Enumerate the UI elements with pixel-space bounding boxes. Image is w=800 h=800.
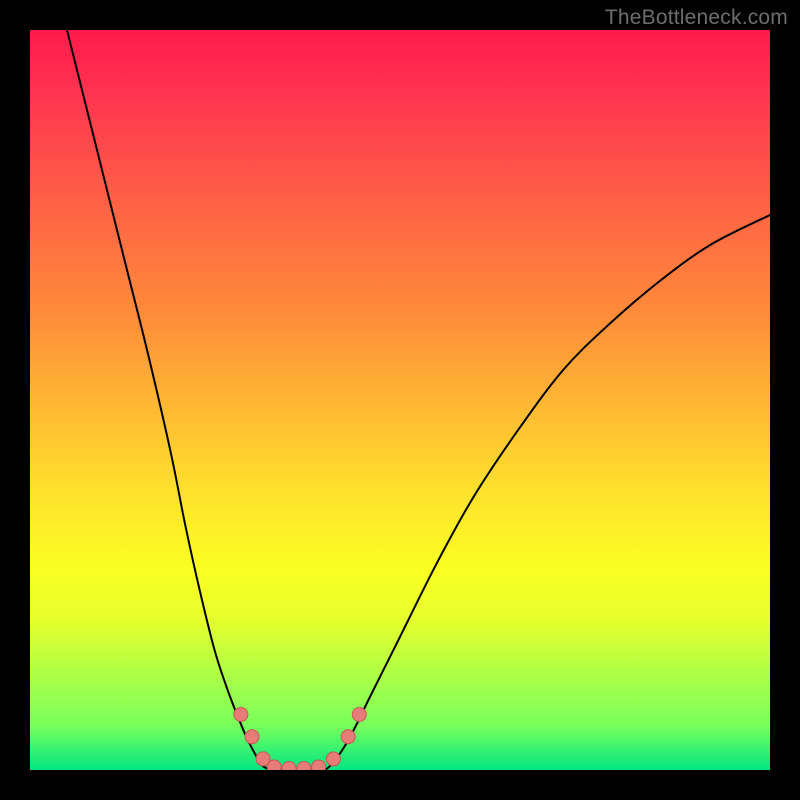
marker-dot [245,730,259,744]
marker-dot [282,762,296,770]
chart-svg [30,30,770,770]
bottleneck-curve [67,30,770,770]
marker-dot [267,760,281,770]
marker-dot [326,752,340,766]
marker-dot [352,708,366,722]
marker-dots [234,708,366,771]
curve-line [67,30,770,770]
marker-dot [234,708,248,722]
watermark-text: TheBottleneck.com [605,6,788,30]
marker-dot [312,760,326,770]
plot-area [30,30,770,770]
chart-frame: TheBottleneck.com [0,0,800,800]
marker-dot [297,762,311,770]
marker-dot [341,730,355,744]
